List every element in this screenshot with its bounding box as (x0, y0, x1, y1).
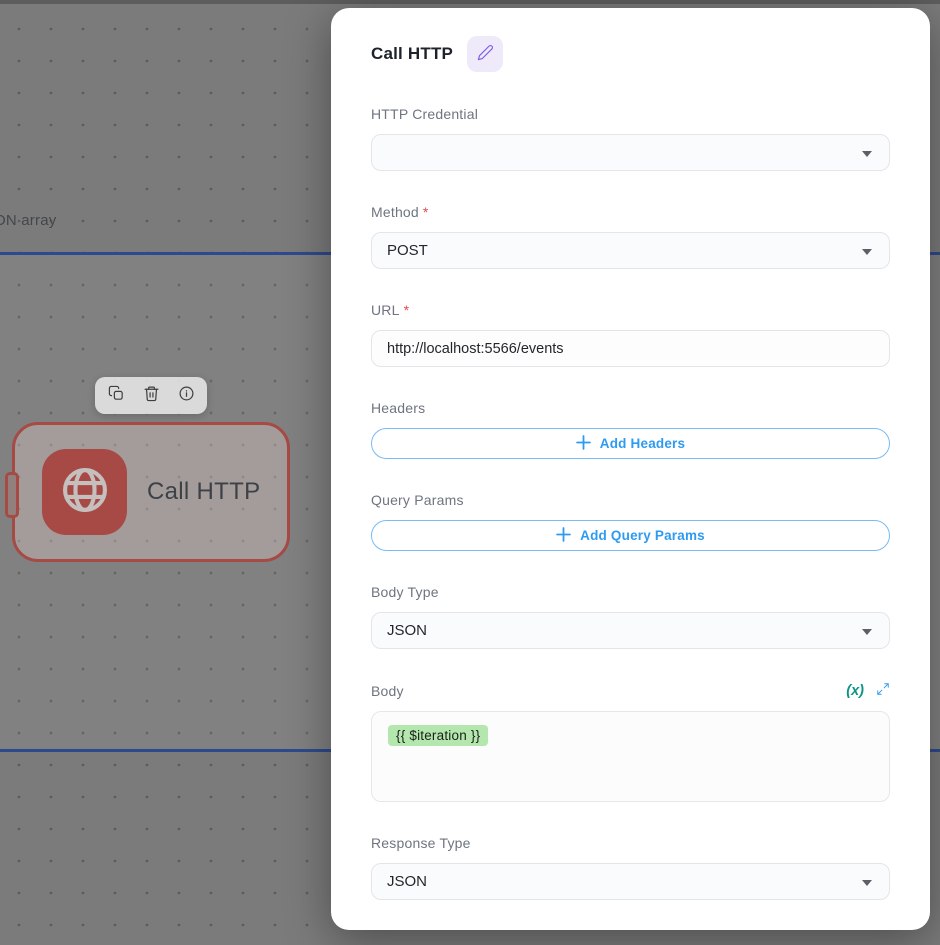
globe-icon (59, 464, 111, 521)
delete-node-button[interactable] (138, 383, 164, 409)
body-type-select[interactable]: JSON (371, 612, 890, 649)
add-headers-label: Add Headers (600, 436, 685, 451)
trash-icon (143, 385, 160, 407)
clipped-node-label: ON array (0, 212, 56, 229)
edit-title-button[interactable] (467, 36, 503, 72)
url-label: URL (371, 302, 400, 318)
http-credential-label: HTTP Credential (371, 106, 478, 122)
node-config-panel: Call HTTP HTTP Credential Method * POST (331, 8, 930, 930)
url-input[interactable] (371, 330, 890, 367)
copy-node-button[interactable] (103, 383, 129, 409)
response-type-label: Response Type (371, 835, 471, 851)
body-type-label: Body Type (371, 584, 439, 600)
chevron-down-icon (862, 629, 872, 635)
call-http-node[interactable]: Call HTTP (12, 422, 290, 562)
plus-icon (556, 527, 571, 545)
response-type-select[interactable]: JSON (371, 863, 890, 900)
body-tools: (x) (846, 682, 890, 699)
http-credential-select[interactable] (371, 134, 890, 171)
method-label: Method (371, 204, 419, 220)
body-editor[interactable]: {{ $iteration }} (371, 711, 890, 802)
query-params-label: Query Params (371, 492, 464, 508)
headers-label: Headers (371, 400, 425, 416)
field-method: Method * POST (371, 204, 890, 269)
expand-icon (876, 682, 890, 699)
plus-icon (576, 435, 591, 453)
panel-header: Call HTTP (371, 36, 890, 72)
required-asterisk: * (423, 204, 428, 220)
expand-editor-button[interactable] (876, 682, 890, 699)
chevron-down-icon (862, 249, 872, 255)
info-icon (178, 385, 195, 407)
field-response-type: Response Type JSON (371, 835, 890, 900)
body-type-value: JSON (387, 622, 427, 639)
expression-icon[interactable]: (x) (846, 683, 864, 699)
field-body-type: Body Type JSON (371, 584, 890, 649)
outer-container-top-border (0, 0, 940, 4)
copy-icon (108, 385, 125, 407)
field-query-params: Query Params Add Query Params (371, 492, 890, 551)
field-body: Body (x) {{ $iteration }} (371, 682, 890, 802)
response-type-value: JSON (387, 873, 427, 890)
node-input-handle[interactable] (5, 472, 19, 518)
add-query-params-label: Add Query Params (580, 528, 705, 543)
required-asterisk: * (404, 302, 409, 318)
expression-token[interactable]: {{ $iteration }} (388, 725, 488, 746)
node-icon-box (42, 449, 127, 535)
panel-title: Call HTTP (371, 44, 453, 64)
add-headers-button[interactable]: Add Headers (371, 428, 890, 459)
field-headers: Headers Add Headers (371, 400, 890, 459)
chevron-down-icon (862, 880, 872, 886)
chevron-down-icon (862, 151, 872, 157)
method-select[interactable]: POST (371, 232, 890, 269)
add-query-params-button[interactable]: Add Query Params (371, 520, 890, 551)
field-url: URL * (371, 302, 890, 367)
body-label: Body (371, 683, 404, 699)
pencil-icon (477, 44, 494, 64)
node-toolbar (95, 377, 207, 414)
node-title: Call HTTP (147, 478, 260, 506)
method-value: POST (387, 242, 428, 259)
info-node-button[interactable] (173, 383, 199, 409)
field-http-credential: HTTP Credential (371, 106, 890, 171)
